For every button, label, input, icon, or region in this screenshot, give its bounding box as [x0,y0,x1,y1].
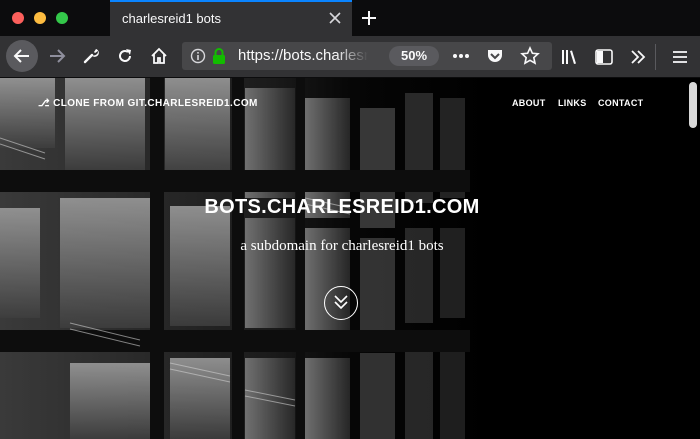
wrench-icon [83,49,99,64]
nav-link-about[interactable]: ABOUT [512,98,546,108]
scrollbar[interactable] [686,78,700,439]
home-icon [151,47,167,64]
scroll-down-button[interactable] [324,286,358,320]
home-button[interactable] [144,41,174,71]
tab-title: charlesreid1 bots [122,11,221,26]
forward-button[interactable] [42,41,72,71]
plus-icon[interactable] [360,9,378,27]
arrow-right-icon [50,49,66,63]
site-navbar: ⎇ CLONE FROM GIT.CHARLESREID1.COM ABOUT … [0,98,700,118]
hamburger-icon[interactable] [670,47,690,67]
tab-active[interactable]: charlesreid1 bots [110,0,352,36]
arrow-left-icon [13,49,29,63]
hero-title: BOTS.CHARLESREID1.COM [204,196,480,218]
lock-icon[interactable] [212,47,226,65]
pocket-icon[interactable] [486,47,504,65]
info-icon[interactable] [190,48,206,64]
developer-tools-button[interactable] [76,41,106,71]
nav-link-links[interactable]: LINKS [558,98,587,108]
hero-subtitle: a subdomain for charlesreid1 bots [240,238,444,254]
reload-button[interactable] [110,41,140,71]
nav-link-contact[interactable]: CONTACT [598,98,643,108]
reload-icon [119,49,131,62]
hero-background-image [0,78,700,439]
chevron-double-down-icon [334,295,348,310]
ellipsis-icon[interactable] [452,48,470,64]
navigation-toolbar: https://bots.charlesreid1.com 50% [0,36,700,78]
sidebar-icon[interactable] [594,47,614,67]
window-close-button[interactable] [12,12,24,24]
toolbar-divider [655,44,656,70]
zoom-level-badge[interactable]: 50% [389,46,439,66]
library-icon[interactable] [560,47,580,67]
url-text[interactable]: https://bots.charlesreid1.com [238,47,368,64]
title-bar: charlesreid1 bots [0,0,700,36]
window-minimize-button[interactable] [34,12,46,24]
star-icon[interactable] [520,46,540,66]
scrollbar-thumb[interactable] [689,82,697,128]
chevron-double-right-icon[interactable] [628,47,648,67]
web-page: ⎇ CLONE FROM GIT.CHARLESREID1.COM ABOUT … [0,78,700,439]
window-maximize-button[interactable] [56,12,68,24]
back-button[interactable] [6,40,38,72]
url-bar[interactable]: https://bots.charlesreid1.com 50% [182,42,552,70]
close-icon[interactable] [328,11,342,25]
site-brand-link[interactable]: ⎇ CLONE FROM GIT.CHARLESREID1.COM [38,98,258,109]
